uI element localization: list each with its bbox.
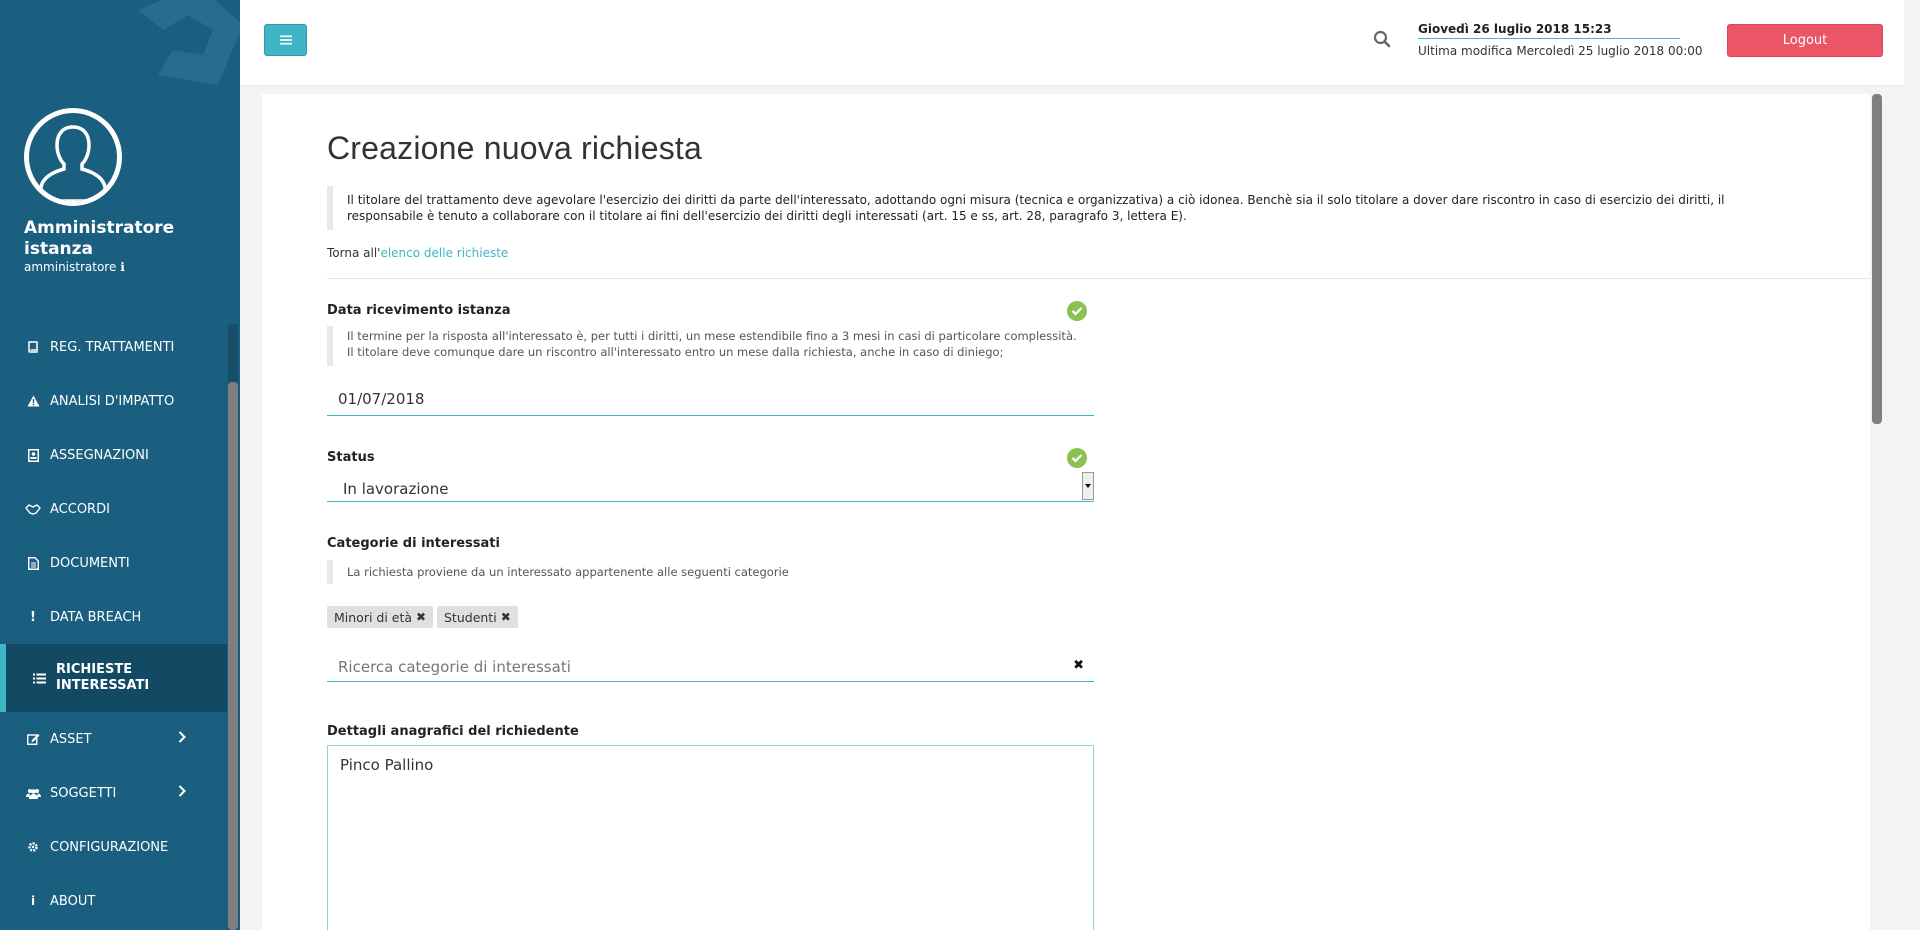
sidebar-item-label: RICHIESTE INTERESSATI: [56, 662, 150, 693]
current-date: Giovedì 26 luglio 2018 15:23: [1418, 22, 1680, 39]
category-search-placeholder: Ricerca categorie di interessati: [338, 658, 571, 676]
intro-note: Il titolare del trattamento deve agevola…: [327, 186, 1807, 230]
avatar[interactable]: [24, 108, 122, 206]
back-link-row: Torna all'elenco delle richieste: [327, 246, 508, 260]
exclamation-icon: !: [30, 609, 36, 625]
field-label-status: Status: [327, 450, 375, 465]
field-label-data-ricevimento: Data ricevimento istanza: [327, 303, 511, 318]
status-select-value: In lavorazione: [343, 480, 449, 498]
remove-tag-icon[interactable]: ✖: [501, 610, 511, 624]
topbar: Giovedì 26 luglio 2018 15:23 Ultima modi…: [240, 0, 1920, 86]
gear-icon: [24, 841, 42, 853]
sidebar-item-label: DOCUMENTI: [50, 555, 130, 571]
user-role[interactable]: amministratore ℹ: [24, 260, 125, 274]
sidebar-item-richieste-interessati[interactable]: RICHIESTE INTERESSATI: [0, 644, 227, 712]
chevron-right-icon: [178, 731, 186, 747]
sidebar-item-label: ABOUT: [50, 893, 96, 909]
sidebar-item-label: ANALISI D'IMPATTO: [50, 393, 175, 409]
remove-tag-icon[interactable]: ✖: [416, 610, 426, 624]
sidebar-item-assegnazioni[interactable]: ASSEGNAZIONI: [0, 428, 227, 482]
valid-check-icon: [1067, 448, 1087, 468]
sidebar-item-reg-trattamenti[interactable]: REG. TRATTAMENTI: [0, 320, 227, 374]
sidebar-scrollbar-thumb[interactable]: [228, 382, 238, 930]
sidebar-item-analisi-impatto[interactable]: ANALISI D'IMPATTO: [0, 374, 227, 428]
window-scrollbar[interactable]: [1904, 0, 1920, 930]
caret-down-icon[interactable]: [1082, 472, 1094, 500]
sidebar-item-configurazione[interactable]: CONFIGURAZIONE: [0, 820, 227, 874]
sidebar-item-label: ASSET: [50, 731, 92, 747]
sidebar-item-accordi[interactable]: ACCORDI: [0, 482, 227, 536]
sidebar-item-label: ACCORDI: [50, 501, 110, 517]
menu-toggle-button[interactable]: [264, 24, 307, 56]
back-to-list-link[interactable]: elenco delle richieste: [380, 246, 508, 260]
search-button[interactable]: [1373, 30, 1395, 52]
sidebar-item-label: DATA BREACH: [50, 609, 142, 625]
sidebar-item-data-breach[interactable]: ! DATA BREACH: [0, 590, 227, 644]
user-name: Amministratore istanza: [24, 218, 175, 259]
page-scrollbar-thumb[interactable]: [1872, 94, 1882, 424]
status-select[interactable]: In lavorazione: [327, 470, 1094, 502]
book-icon: [24, 341, 42, 353]
logout-button[interactable]: Logout: [1727, 24, 1883, 57]
hamburger-icon: [279, 35, 292, 45]
field-label-dettagli: Dettagli anagrafici del richiedente: [327, 724, 579, 739]
content-card: Creazione nuova richiesta Il titolare de…: [262, 94, 1871, 930]
sidebar-item-soggetti[interactable]: SOGGETTI: [0, 766, 227, 820]
help-data-ricevimento: Il termine per la risposta all'interessa…: [327, 326, 1094, 366]
handshake-icon: [24, 503, 42, 515]
users-icon: [24, 788, 42, 799]
search-icon: [1373, 30, 1391, 48]
sidebar: Amministratore istanza amministratore ℹ …: [0, 0, 240, 930]
sidebar-item-documenti[interactable]: DOCUMENTI: [0, 536, 227, 590]
sidebar-item-label: ASSEGNAZIONI: [50, 447, 149, 463]
page-scrollbar[interactable]: [1870, 94, 1884, 930]
user-silhouette-icon: [39, 125, 107, 201]
sidebar-menu: REG. TRATTAMENTI ANALISI D'IMPATTO ASSEG…: [0, 320, 227, 928]
document-icon: [24, 556, 42, 570]
field-label-categorie: Categorie di interessati: [327, 536, 500, 551]
date-block: Giovedì 26 luglio 2018 15:23 Ultima modi…: [1418, 22, 1703, 58]
clear-icon[interactable]: ✖: [1073, 658, 1084, 673]
valid-check-icon: [1067, 301, 1087, 321]
sidebar-item-label: CONFIGURAZIONE: [50, 839, 169, 855]
user-role-label: amministratore: [24, 260, 117, 274]
page-title: Creazione nuova richiesta: [327, 130, 702, 166]
last-modified: Ultima modifica Mercoledì 25 luglio 2018…: [1418, 44, 1703, 58]
logo-watermark-icon: [138, 0, 240, 85]
category-tag: Studenti ✖: [437, 606, 518, 628]
info-icon: i: [30, 894, 36, 908]
sidebar-scrollbar[interactable]: [228, 324, 238, 930]
requester-details-textarea[interactable]: Pinco Pallino: [327, 745, 1094, 930]
date-received-input[interactable]: 01/07/2018: [327, 384, 1094, 416]
badge-icon: [24, 448, 42, 462]
divider: [327, 278, 1871, 279]
edit-icon: [24, 733, 42, 745]
sidebar-item-label: SOGGETTI: [50, 785, 117, 801]
help-categorie: La richiesta proviene da un interessato …: [327, 560, 1094, 584]
warning-icon: [24, 395, 42, 407]
sidebar-item-asset[interactable]: ASSET: [0, 712, 227, 766]
category-tag: Minori di età ✖: [327, 606, 434, 628]
chevron-right-icon: [178, 785, 186, 801]
list-icon: [30, 673, 48, 684]
sidebar-item-label: REG. TRATTAMENTI: [50, 339, 175, 355]
category-search-input[interactable]: Ricerca categorie di interessati ✖: [327, 652, 1094, 682]
sidebar-item-about[interactable]: i ABOUT: [0, 874, 227, 928]
category-tag-label: Minori di età: [334, 609, 413, 625]
category-tag-label: Studenti: [444, 609, 497, 625]
back-prefix: Torna all': [327, 246, 381, 260]
info-icon[interactable]: ℹ: [120, 260, 125, 274]
